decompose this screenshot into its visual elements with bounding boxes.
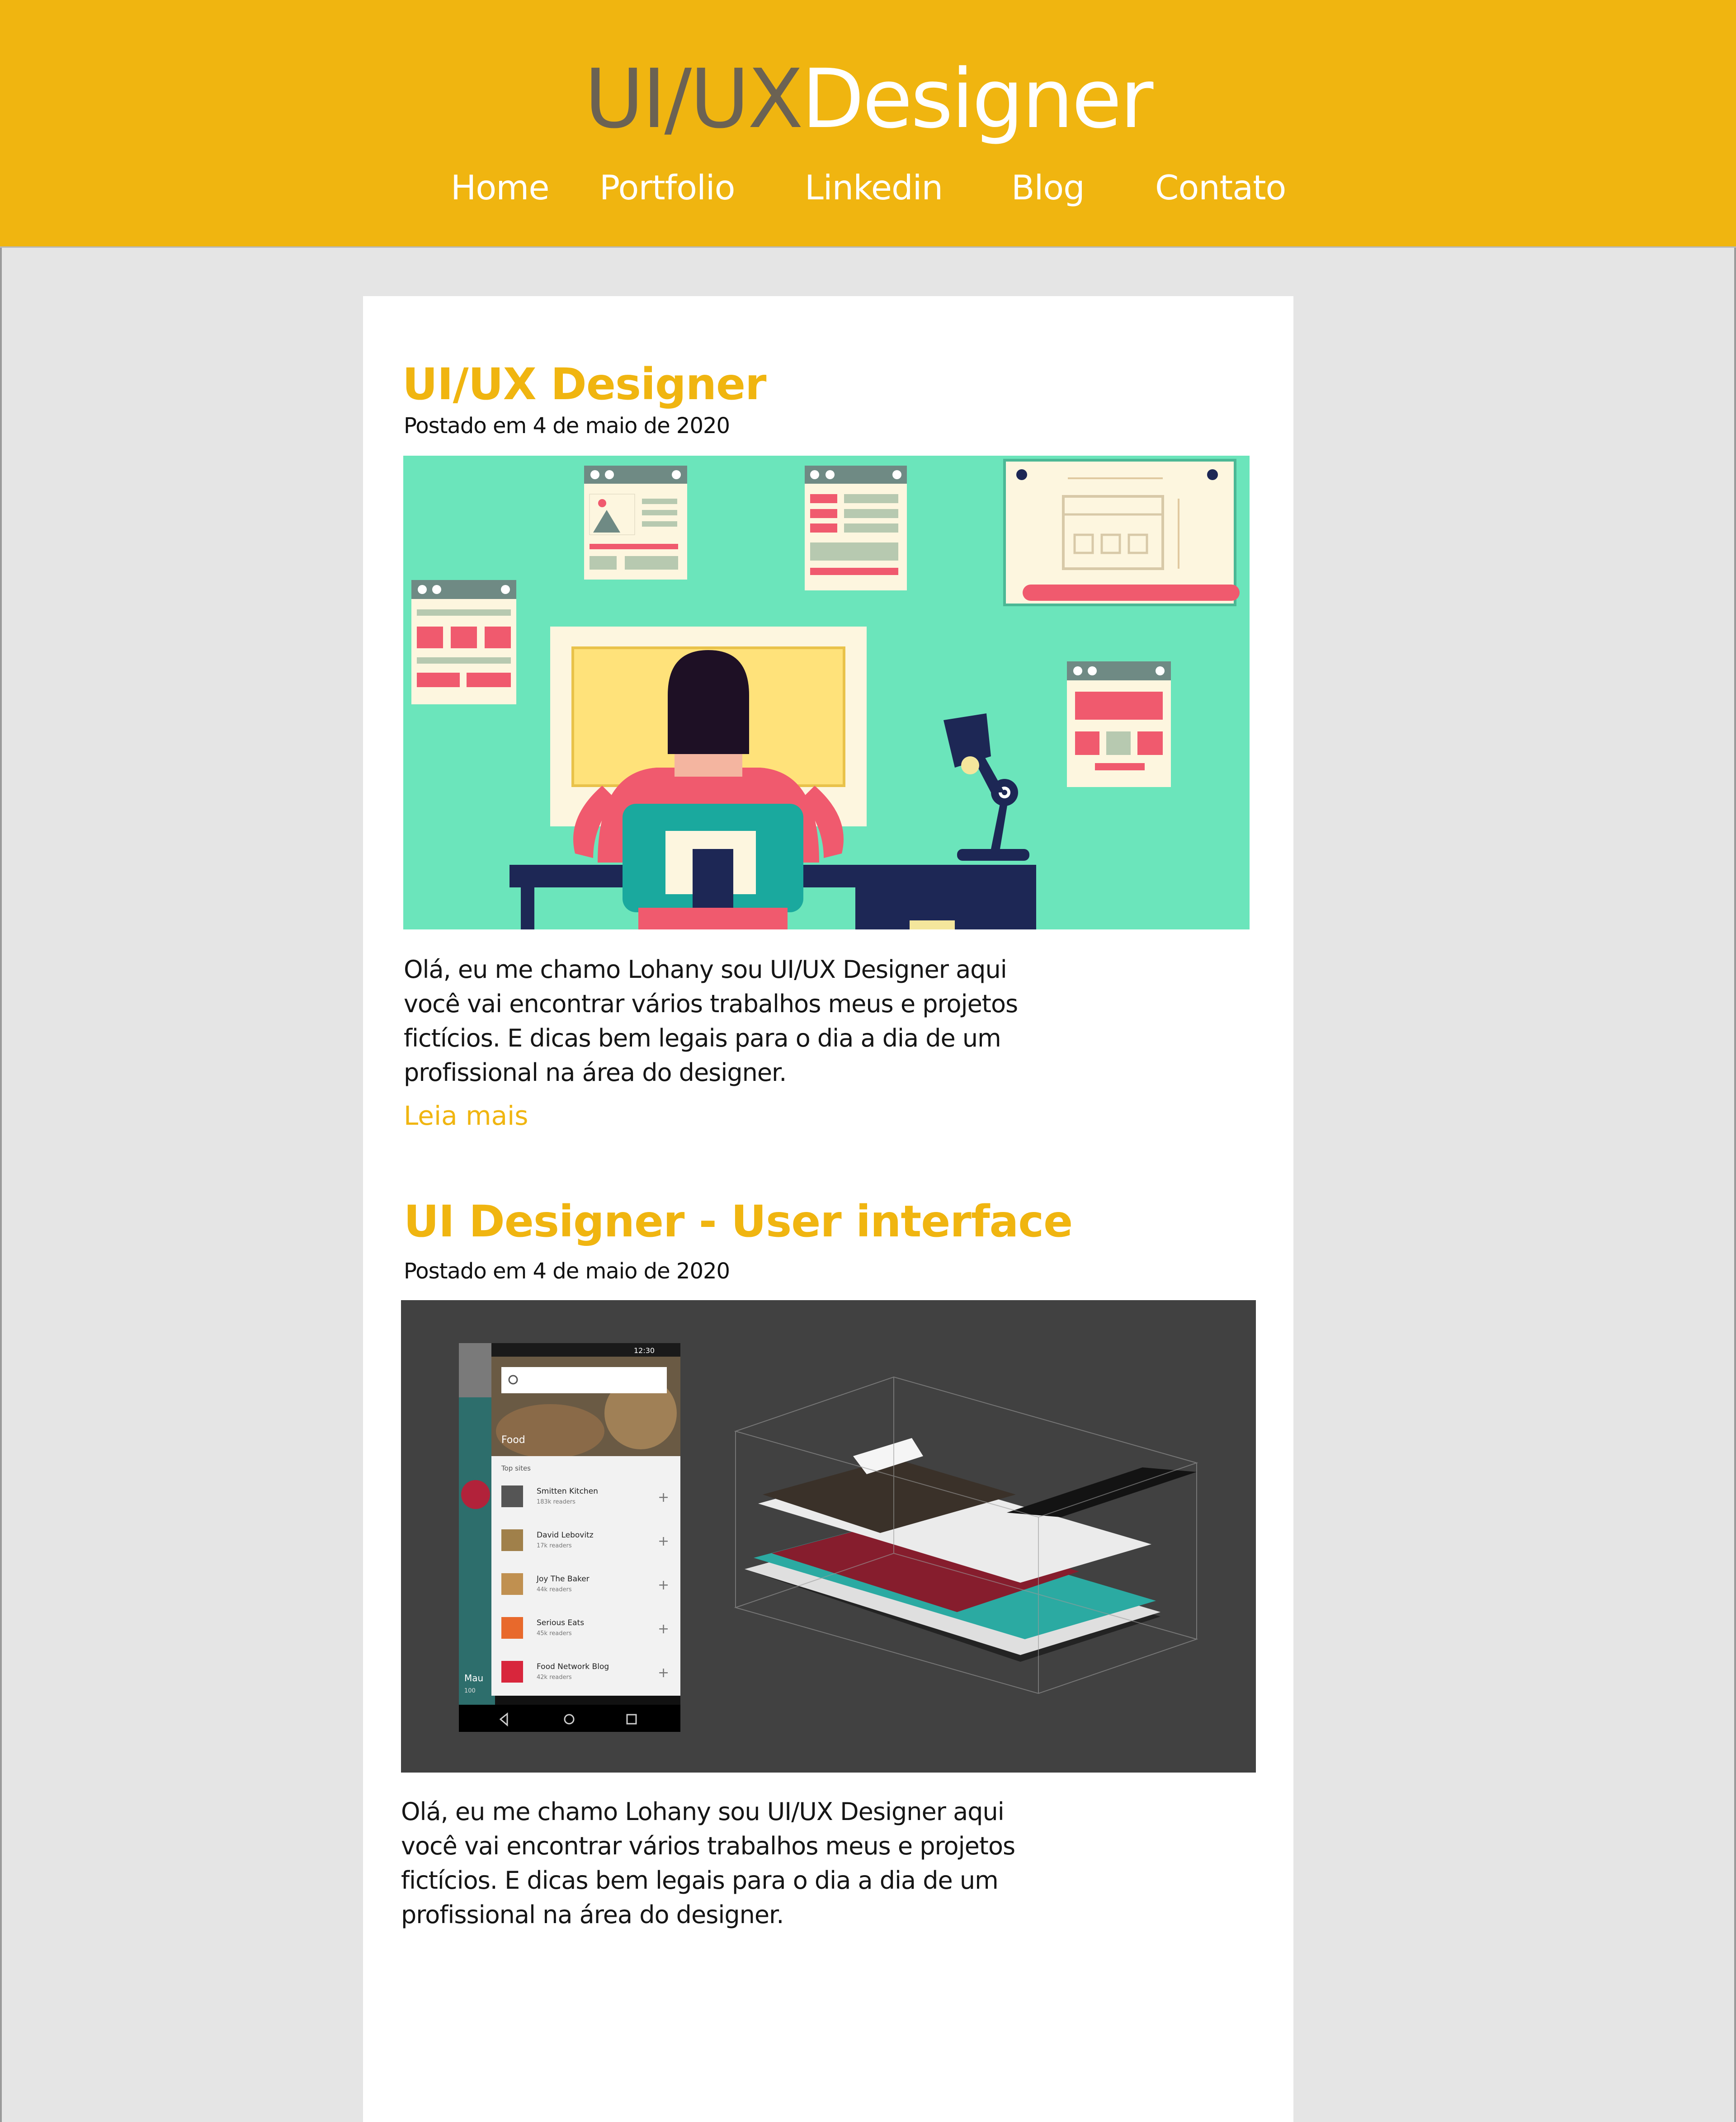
add-site-icon: + xyxy=(658,1533,669,1549)
post-2-mockup-image: 12:30 Food Top sites Smitten Kitchen 183k… xyxy=(401,1300,1256,1773)
logo-part-uiux: UI/UX xyxy=(584,52,804,146)
site-avatar-icon xyxy=(501,1661,523,1683)
post-1-read-more-link[interactable]: Leia mais xyxy=(404,1098,528,1134)
post-2-title[interactable]: UI Designer - User interface xyxy=(404,1192,1073,1251)
nav-blog[interactable]: Blog xyxy=(1011,163,1085,212)
nav-home[interactable]: Home xyxy=(451,163,549,212)
site-readers: 183k readers xyxy=(537,1499,576,1505)
post-1-illustration xyxy=(403,456,1250,929)
nav-linkedin[interactable]: Linkedin xyxy=(805,163,943,212)
site-name: Food Network Blog xyxy=(537,1662,609,1671)
site-readers: 17k readers xyxy=(537,1542,572,1549)
post-2-body: Olá, eu me chamo Lohany sou UI/UX Design… xyxy=(401,1797,1015,1929)
site-readers: 45k readers xyxy=(537,1630,572,1637)
site-avatar-icon xyxy=(501,1617,523,1639)
add-site-icon: + xyxy=(658,1490,669,1505)
material-design-mockup: 12:30 Food Top sites Smitten Kitchen 183k… xyxy=(401,1300,1256,1773)
site-header: UI/UXDesigner Home Portfolio Linkedin Bl… xyxy=(0,0,1736,248)
phone-top-sites-label: Top sites xyxy=(501,1464,531,1472)
logo-part-designer: Designer xyxy=(802,52,1153,146)
phone-side-sub: 100 xyxy=(464,1688,476,1694)
add-site-icon: + xyxy=(658,1665,669,1681)
post-1-body: Olá, eu me chamo Lohany sou UI/UX Design… xyxy=(404,955,1018,1087)
nav-portfolio[interactable]: Portfolio xyxy=(599,163,736,212)
site-avatar-icon xyxy=(501,1573,523,1595)
post-2-date: Postado em 4 de maio de 2020 xyxy=(404,1259,730,1284)
site-name: Smitten Kitchen xyxy=(537,1487,598,1496)
right-edge xyxy=(1734,248,1736,2122)
site-readers: 42k readers xyxy=(537,1674,572,1681)
phone-time: 12:30 xyxy=(634,1346,655,1355)
site-avatar-icon xyxy=(501,1529,523,1551)
site-logo[interactable]: UI/UXDesigner xyxy=(0,43,1736,156)
site-name: Serious Eats xyxy=(537,1618,584,1627)
designer-desk-illustration xyxy=(403,456,1250,929)
post-1-title[interactable]: UI/UX Designer xyxy=(402,355,766,414)
site-name: David Lebovitz xyxy=(537,1531,594,1540)
site-avatar-icon xyxy=(501,1485,523,1507)
nav-contato[interactable]: Contato xyxy=(1155,163,1286,212)
phone-side-label: Mau xyxy=(464,1673,483,1683)
post-1-date: Postado em 4 de maio de 2020 xyxy=(404,413,730,439)
site-name: Joy The Baker xyxy=(536,1575,590,1584)
left-edge xyxy=(0,248,2,2122)
add-site-icon: + xyxy=(658,1577,669,1593)
phone-header-food: Food xyxy=(501,1434,525,1446)
site-readers: 44k readers xyxy=(537,1586,572,1593)
add-site-icon: + xyxy=(658,1621,669,1637)
